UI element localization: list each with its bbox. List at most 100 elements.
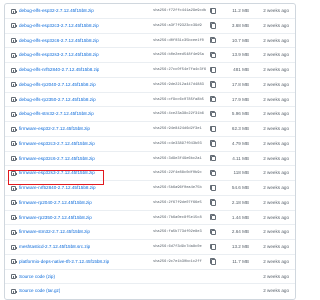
asset-link[interactable]: debug-elfs-rp2040-2.7.12.45f15b8.zip [19,78,96,92]
copy-icon[interactable] [210,228,216,236]
asset-size: 5.96 MB [231,111,249,117]
zip-file-icon [11,185,17,191]
zip-file-icon [11,274,17,279]
asset-row: platformio-deps-native-tft-2.7.12.45f15b… [5,255,295,270]
copy-icon[interactable] [210,96,216,103]
asset-size: 3.68 MB [231,22,249,28]
copy-icon[interactable] [210,51,216,59]
asset-sha256: sha256:d0f031c35bcee1f0 [153,38,204,43]
asset-sha256: sha256:5b6a96f0ea4e75b [153,186,202,190]
copy-icon[interactable] [210,169,216,177]
copy-icon[interactable] [210,81,216,88]
asset-size: 481 MB [233,67,249,72]
asset-size: 17.9 MB [231,96,249,102]
asset-size: 13.2 MB [231,244,249,249]
zip-file-icon [11,156,17,161]
asset-date: 2 weeks ago [263,8,289,13]
asset-link[interactable]: meshtasticd-2.7.12.45f15b8.src.zip [19,240,90,254]
release-assets-list: debug-elfs-esp32-2.7.12.45f15b8.zip sha2… [4,3,296,300]
asset-row: debug-elfs-esp32-2.7.12.45f15b8.zip sha2… [5,4,295,19]
zip-file-icon [11,229,17,235]
asset-link[interactable]: firmware-esp32c3-2.7.12.45f15b8.zip [19,137,95,151]
asset-size: 4.11 MB [232,155,249,161]
asset-link[interactable]: debug-elfs-nrf52840-2.7.12.45f15b8.zip [19,63,99,77]
asset-sha256: sha256:b0e2eed548f4e95a [153,53,204,58]
copy-icon[interactable] [210,37,216,44]
asset-link[interactable]: firmware-esp32s3-2.7.12.45f15b8.zip [19,166,95,180]
asset-sha256: sha256:cf9cc6c0785fa8b5 [153,97,204,102]
copy-icon[interactable] [210,125,216,132]
asset-size: 11.7 MB [232,258,249,264]
asset-link[interactable]: debug-elfs-stm32-2.7.12.45f15b8.zip [19,107,94,121]
asset-link[interactable]: debug-elfs-esp32c6-2.7.12.45f15b8.zip [19,34,99,48]
asset-date: 2 weeks ago [263,185,289,190]
copy-icon[interactable] [210,199,216,206]
asset-link[interactable]: firmware-esp32-2.7.12.45f15b8.zip [19,122,90,136]
asset-row: debug-elfs-rp2350-2.7.12.45f15b8.zip sha… [5,93,295,108]
asset-row: firmware-esp32s3-2.7.12.45f15b8.zip sha2… [5,166,295,181]
zip-file-icon [11,82,17,88]
copy-icon[interactable] [210,155,216,162]
zip-file-icon [11,52,17,58]
copy-icon[interactable] [210,22,216,29]
asset-row: firmware-nrf52840-2.7.12.45f15b8.zip sha… [5,181,295,196]
asset-sha256: sha256:27cc0f54e7fa4c3f6 [153,68,207,72]
asset-sha256: sha256:9de2212a447d4883 [153,82,204,87]
asset-size: 54.6 MB [231,185,249,190]
asset-date: 2 weeks ago [263,273,289,279]
asset-link[interactable]: firmware-esp32c6-2.7.12.45f15b8.zip [19,152,95,166]
zip-file-icon [11,126,17,132]
asset-date: 2 weeks ago [263,140,289,146]
asset-row: debug-elfs-rp2040-2.7.12.45f15b8.zip sha… [5,78,295,93]
asset-sha256: sha256:a3f7f9323cc39d9 [153,23,202,28]
zip-file-icon [11,200,17,206]
copy-icon[interactable] [210,214,216,221]
zip-file-icon [11,23,17,29]
copy-icon[interactable] [210,258,216,265]
asset-size: 62.3 MB [231,126,249,131]
zip-file-icon [11,67,17,73]
asset-date: 2 weeks ago [263,288,289,294]
asset-link[interactable]: firmware-nrf52840-2.7.12.45f15b8.zip [19,181,96,195]
copy-icon[interactable] [210,110,216,118]
asset-link[interactable]: debug-elfs-esp32-2.7.12.45f15b8.zip [19,4,94,18]
asset-link[interactable]: firmware-stm32-2.7.12.45f15b8.zip [19,225,90,239]
asset-date: 2 weeks ago [263,214,289,220]
copy-icon[interactable] [210,7,216,14]
asset-row: debug-elfs-nrf52840-2.7.12.45f15b8.zip s… [5,63,295,78]
asset-sha256: sha256:9c7e1b30bc1c2ff [153,259,202,264]
asset-date: 2 weeks ago [263,229,289,235]
zip-file-icon [11,288,17,294]
asset-sha256: sha256:22f4e88c0df0b9c [153,171,202,176]
asset-date: 2 weeks ago [263,258,289,264]
asset-link[interactable]: firmware-rp2350-2.7.12.45f15b8.zip [19,211,92,225]
asset-size: 11.2 MB [232,8,249,13]
asset-sha256: sha256:c4e33897f043b03 [153,141,202,146]
asset-link[interactable]: firmware-rp2040-2.7.12.45f15b8.zip [19,196,92,210]
zip-file-icon [11,38,17,43]
asset-date: 2 weeks ago [263,126,289,131]
zip-file-icon [11,215,17,220]
asset-date: 2 weeks ago [263,52,289,58]
asset-sha256: sha256:94e8424d6d2f3e1 [153,127,202,131]
asset-date: 2 weeks ago [263,170,289,176]
copy-icon[interactable] [210,184,216,191]
copy-icon[interactable] [210,140,216,147]
asset-link[interactable]: debug-elfs-rp2350-2.7.12.45f15b8.zip [19,93,96,107]
asset-sha256: sha256:6d7f3d9c7da8c0e [153,245,202,249]
copy-icon[interactable] [210,243,216,250]
asset-link[interactable]: debug-elfs-esp32s3-2.7.12.45f15b8.zip [19,48,99,62]
asset-row: Source code (tar.gz) 2 weeks ago [5,284,295,299]
zip-file-icon [11,141,17,147]
asset-date: 2 weeks ago [263,111,289,117]
asset-link[interactable]: Source code (tar.gz) [19,284,60,298]
asset-link[interactable]: debug-elfs-esp32c3-2.7.12.45f15b8.zip [19,19,99,33]
asset-row: debug-elfs-esp32c3-2.7.12.45f15b8.zip sh… [5,19,295,34]
asset-date: 2 weeks ago [263,81,289,87]
asset-size: 1.44 MB [231,214,249,220]
copy-icon[interactable] [210,66,216,73]
asset-link[interactable]: Source code (zip) [19,270,55,284]
asset-date: 2 weeks ago [263,199,289,205]
asset-row: firmware-esp32c6-2.7.12.45f15b8.zip sha2… [5,152,295,167]
asset-link[interactable]: platformio-deps-native-tft-2.7.12.45f15b… [19,255,109,269]
